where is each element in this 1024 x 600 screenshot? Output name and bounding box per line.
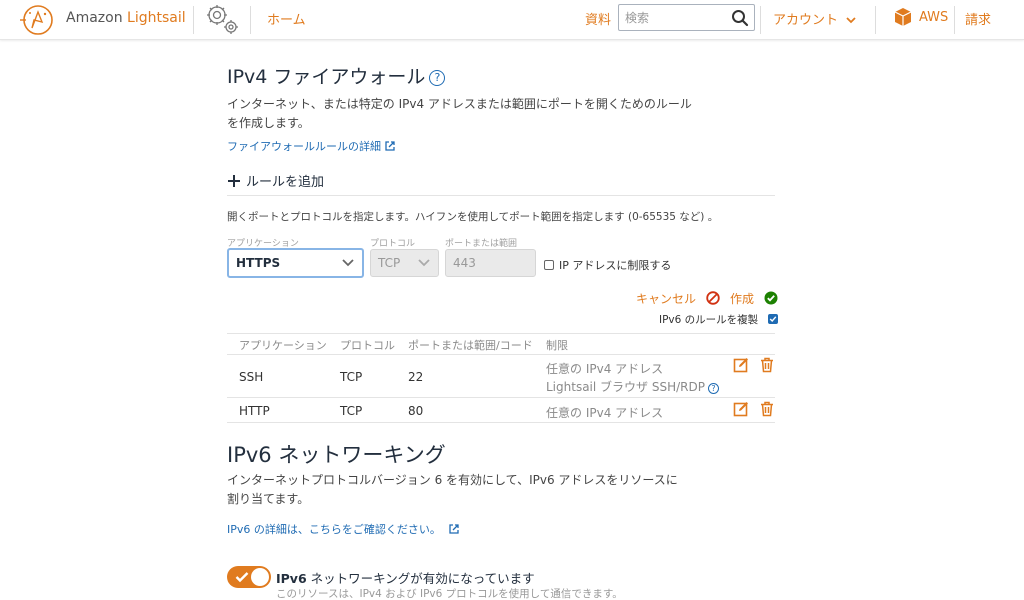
row-restriction: 任意の IPv4 アドレス xyxy=(546,406,664,420)
external-link-icon xyxy=(449,524,459,534)
cancel-icon xyxy=(706,291,720,305)
toggle-knob xyxy=(251,568,269,586)
port-instructions: 開くポートとプロトコルを指定します。ハイフンを使用してポート範囲を指定します (… xyxy=(227,211,719,223)
delete-icon[interactable] xyxy=(759,357,775,373)
search-box xyxy=(618,4,755,31)
ipv6-description: インターネットプロトコルバージョン 6 を有効にして、IPv6 アドレスをリソー… xyxy=(227,473,678,506)
delete-icon[interactable] xyxy=(759,401,775,417)
chevron-down-icon xyxy=(342,259,354,267)
ipv6-section-title: IPv6 ネットワーキング xyxy=(227,443,446,467)
col-header-application: アプリケーション xyxy=(239,339,327,352)
row-restriction-secondary: Lightsail ブラウザ SSH/RDP? xyxy=(546,378,719,395)
application-select[interactable]: HTTPS xyxy=(227,248,364,278)
aws-link[interactable]: AWS xyxy=(919,10,948,25)
create-button[interactable]: 作成 xyxy=(730,290,778,307)
chevron-down-icon xyxy=(846,17,856,24)
add-rule-button[interactable]: ルールを追加 xyxy=(227,171,324,190)
row-restriction: 任意の IPv4 アドレス xyxy=(546,362,664,376)
restrict-ip-checkbox[interactable]: IP アドレスに制限する xyxy=(544,257,671,273)
edit-icon[interactable] xyxy=(733,401,749,417)
ipv4-section-title: IPv4 ファイアウォール? xyxy=(227,62,446,89)
firewall-learn-more-link[interactable]: ファイアウォールルールの詳細 xyxy=(227,138,395,154)
search-input[interactable] xyxy=(625,9,725,27)
row-application: HTTP xyxy=(239,404,270,418)
cancel-button[interactable]: キャンセル xyxy=(636,290,720,307)
row-port: 22 xyxy=(408,370,424,384)
help-icon[interactable]: ? xyxy=(429,70,446,86)
ipv6-toggle[interactable] xyxy=(227,566,271,588)
aws-cube-icon[interactable] xyxy=(893,7,913,27)
chevron-down-icon xyxy=(418,259,430,267)
help-icon[interactable]: ? xyxy=(707,383,719,394)
protocol-label: プロトコル xyxy=(370,239,416,249)
external-link-icon xyxy=(385,141,395,151)
home-link[interactable]: ホーム xyxy=(267,9,306,28)
duplicate-ipv6-checkbox[interactable]: IPv6 のルールを複製 xyxy=(659,312,778,327)
ipv6-toggle-label: IPv6 ネットワーキングが有効になっています xyxy=(276,571,535,586)
ipv6-learn-more-link[interactable]: IPv6 の詳細は、こちらをご確認ください。 xyxy=(227,521,459,537)
ipv6-toggle-sublabel: このリソースは、IPv4 および IPv6 プロトコルを使用して通信できます。 xyxy=(276,588,623,600)
col-header-protocol: プロトコル xyxy=(340,339,395,352)
check-circle-icon xyxy=(764,291,778,305)
brand-name[interactable]: Amazon Lightsail xyxy=(66,10,186,26)
protocol-select[interactable]: TCP xyxy=(370,249,439,277)
billing-link[interactable]: 請求 xyxy=(965,9,991,28)
col-header-port: ポートまたは範囲/コード xyxy=(408,339,533,352)
check-icon xyxy=(235,572,249,583)
lightsail-logo-icon[interactable] xyxy=(20,2,56,38)
ipv4-description: インターネット、または特定の IPv4 アドレスまたは範囲にポートを開くためのル… xyxy=(227,97,692,130)
row-port: 80 xyxy=(408,404,424,418)
account-label: アカウント xyxy=(773,13,839,28)
gear-icon[interactable] xyxy=(202,2,240,36)
edit-icon[interactable] xyxy=(733,357,749,373)
row-protocol: TCP xyxy=(340,404,363,418)
search-icon[interactable] xyxy=(731,9,749,27)
row-protocol: TCP xyxy=(340,370,363,384)
checkbox[interactable] xyxy=(544,260,554,270)
account-menu[interactable]: アカウント xyxy=(773,9,856,28)
top-nav: Amazon Lightsail ホーム 資料 アカウント AWS 請求 xyxy=(0,0,1024,40)
col-header-restriction: 制限 xyxy=(546,339,568,352)
row-application: SSH xyxy=(239,370,264,384)
docs-link[interactable]: 資料 xyxy=(585,9,611,28)
port-input[interactable]: 443 xyxy=(445,249,536,277)
plus-icon xyxy=(228,175,240,187)
checkbox-checked[interactable] xyxy=(767,314,778,324)
port-label: ポートまたは範囲 xyxy=(445,239,518,249)
